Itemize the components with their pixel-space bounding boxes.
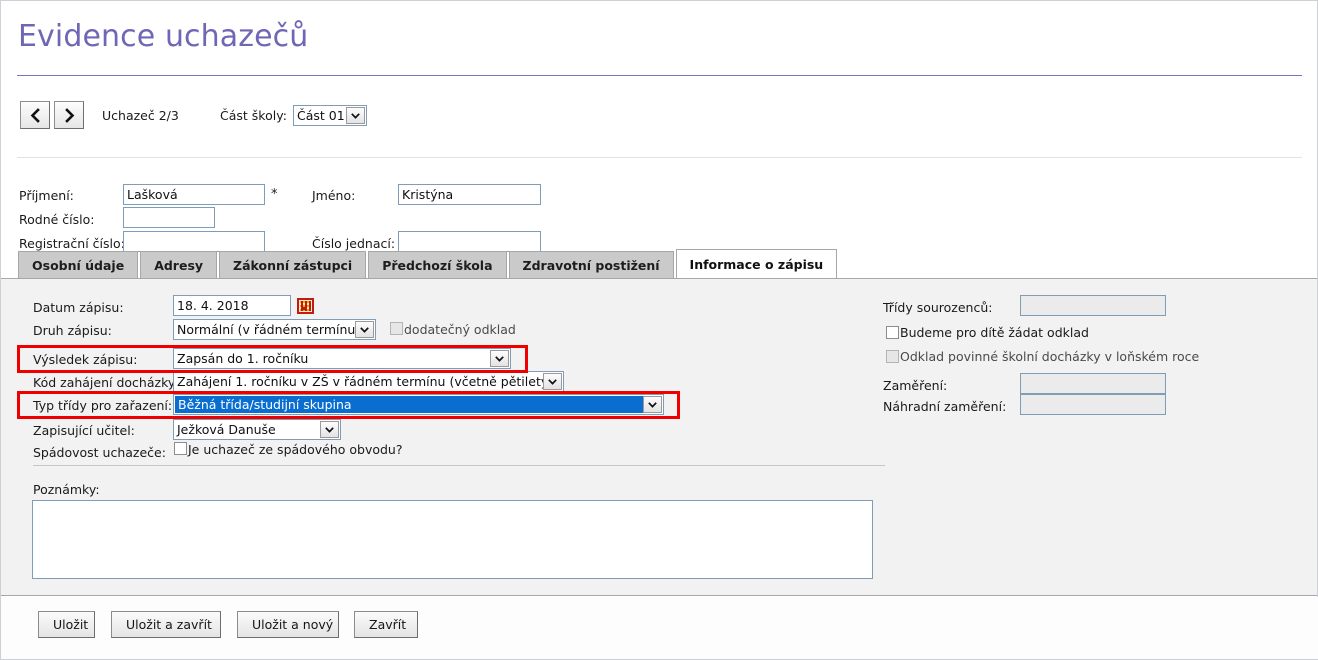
tab-adresy[interactable]: Adresy [140,251,218,278]
registration-number-input[interactable] [123,231,265,252]
title-divider [17,75,1302,76]
alternative-focus-label: Náhradní zaměření: [883,399,1007,414]
page-title: Evidence uchazečů [18,19,309,54]
next-record-button[interactable] [54,101,84,129]
school-part-value: Část 01 [297,108,345,123]
birth-number-label: Rodné číslo: [19,212,95,227]
section-divider [33,465,885,466]
previous-record-button[interactable] [20,101,50,129]
tab-label: Adresy [154,257,204,273]
tab-label: Předchozí škola [382,257,493,273]
close-button[interactable]: Zavřít [354,611,418,638]
focus-label: Zaměření: [883,378,948,393]
surname-label: Příjmení: [19,188,74,203]
enrollment-date-label: Datum zápisu: [33,300,124,315]
class-type-select[interactable]: Běžná třída/studijní skupina [173,394,664,415]
tab-zdravotni-postizeni[interactable]: Zdravotní postižení [508,251,674,278]
footer-toolbar: Uložit Uložit a zavřít Uložit a nový Zav… [1,597,1318,659]
record-counter: Uchazeč 2/3 [102,108,179,123]
save-and-close-button[interactable]: Uložit a zavřít [111,611,221,638]
class-type-value: Běžná třída/studijní skupina [175,396,643,413]
request-postponement-checkbox[interactable] [886,326,899,339]
last-year-postponement-label: Odklad povinné školní docházky v loňském… [900,349,1200,364]
chevron-down-icon [355,321,374,338]
tab-label: Zdravotní postižení [522,257,660,273]
record-navigation-bar: Uchazeč 2/3 Část školy: Část 01 [1,101,1318,137]
focus-input[interactable] [1020,373,1166,394]
catchment-checkbox[interactable] [174,442,187,455]
enrollment-result-label: Výsledek zápisu: [33,352,138,367]
firstname-input[interactable] [398,184,541,205]
siblings-classes-input[interactable] [1020,295,1166,316]
enrollment-date-input[interactable] [173,295,291,316]
required-asterisk: * [271,187,278,202]
request-postponement-label: Budeme pro dítě žádat odklad [900,325,1089,340]
siblings-classes-label: Třídy sourozenců: [883,300,993,315]
school-part-select[interactable]: Část 01 [293,105,367,126]
tab-informace-o-zapisu[interactable]: Informace o zápisu [675,249,838,278]
enrollment-result-select[interactable]: Zapsán do 1. ročníku [173,348,511,369]
catchment-label: Spádovost uchazeče: [33,445,166,460]
surname-input[interactable] [123,184,265,205]
registering-teacher-label: Zapisující učitel: [33,423,135,438]
save-button[interactable]: Uložit [38,611,95,638]
tab-osobni-udaje[interactable]: Osobní údaje [18,251,139,278]
school-part-label: Část školy: [220,108,287,123]
chevron-down-icon [543,373,562,390]
enrollment-kind-label: Druh zápisu: [33,323,112,338]
class-type-label: Typ třídy pro zařazení: [33,398,173,413]
alternative-focus-input[interactable] [1020,394,1166,415]
chevron-down-icon [643,396,662,413]
attendance-code-select[interactable]: Zahájení 1. ročníku v ZŠ v řádném termín… [173,371,564,392]
notes-label: Poznámky: [33,482,100,497]
birth-number-input[interactable] [123,207,215,228]
firstname-label: Jméno: [312,188,356,203]
chevron-down-icon [490,350,509,367]
extra-postponement-checkbox [390,322,403,335]
save-and-new-button[interactable]: Uložit a nový [237,611,339,638]
last-year-postponement-checkbox [886,350,899,363]
attendance-code-value: Zahájení 1. ročníku v ZŠ v řádném termín… [177,374,543,389]
calendar-icon[interactable] [297,298,314,314]
file-number-input[interactable] [398,231,541,252]
tab-zakonni-zastupci[interactable]: Zákonní zástupci [219,251,367,278]
tab-label: Osobní údaje [32,257,125,273]
tab-label: Informace o zápisu [689,256,824,272]
application-window: Evidence uchazečů Uchazeč 2/3 Část školy… [0,0,1318,660]
attendance-code-label: Kód zahájení docházky: [33,375,179,390]
chevron-right-icon [63,107,76,123]
chevron-left-icon [29,107,42,123]
registering-teacher-select[interactable]: Ježková Danuše [173,419,341,440]
enrollment-kind-select[interactable]: Normální (v řádném termínu) [173,319,376,340]
tab-predchozi-skola[interactable]: Předchozí škola [368,251,507,278]
tab-strip: Osobní údaje Adresy Zákonní zástupci Pře… [18,249,839,278]
chevron-down-icon [320,421,339,438]
tab-label: Zákonní zástupci [233,257,353,273]
enrollment-result-value: Zapsán do 1. ročníku [177,351,309,366]
catchment-checkbox-label: Je uchazeč ze spádového obvodu? [188,442,403,457]
enrollment-kind-value: Normální (v řádném termínu) [177,322,355,337]
extra-postponement-label: dodatečný odklad [404,322,516,337]
notes-textarea[interactable] [32,500,873,579]
registering-teacher-value: Ježková Danuše [177,422,276,437]
navigation-divider [17,157,1302,158]
chevron-down-icon [346,107,365,124]
